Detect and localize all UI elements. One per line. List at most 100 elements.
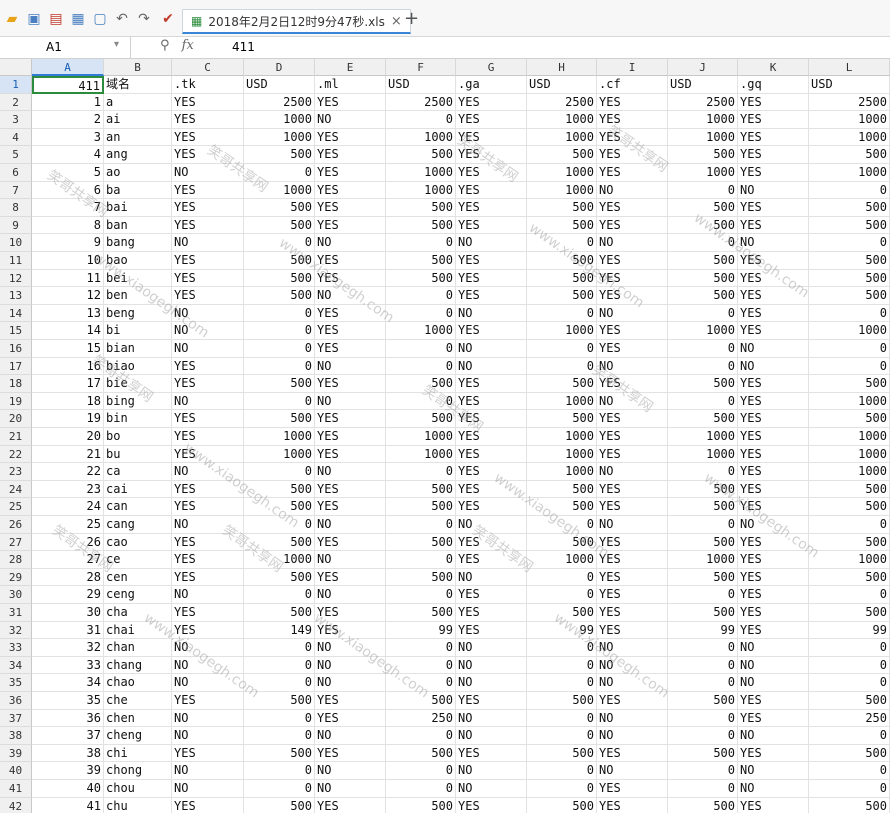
cell-l23[interactable]: 1000 (809, 463, 890, 481)
cell-c36[interactable]: YES (172, 692, 244, 710)
cell-i1[interactable]: .cf (597, 76, 668, 94)
cell-d14[interactable]: 0 (244, 304, 315, 323)
cell-e4[interactable]: YES (315, 128, 386, 147)
cell-a23[interactable]: 22 (32, 463, 104, 481)
cell-d5[interactable]: 500 (244, 146, 315, 164)
column-header-a[interactable]: A (32, 59, 104, 76)
cell-a29[interactable]: 28 (32, 568, 104, 587)
cell-e16[interactable]: YES (315, 340, 386, 358)
cell-j15[interactable]: 1000 (668, 322, 738, 340)
cell-l21[interactable]: 1000 (809, 428, 890, 446)
tab-workbook[interactable]: ▦ 2018年2月2日12时9分47秒.xls × (182, 9, 411, 34)
cell-i2[interactable]: YES (597, 93, 668, 112)
cell-j11[interactable]: 500 (668, 252, 738, 270)
cell-e29[interactable]: YES (315, 568, 386, 587)
cell-g4[interactable]: YES (456, 128, 527, 147)
cell-k34[interactable]: NO (738, 656, 809, 675)
cell-c20[interactable]: YES (172, 410, 244, 428)
cell-c34[interactable]: NO (172, 656, 244, 675)
cell-e30[interactable]: NO (315, 586, 386, 604)
cell-a20[interactable]: 19 (32, 410, 104, 428)
cell-c1[interactable]: .tk (172, 76, 244, 94)
cell-j38[interactable]: 0 (668, 727, 738, 745)
cell-c22[interactable]: YES (172, 445, 244, 464)
cell-c26[interactable]: NO (172, 516, 244, 534)
cell-d28[interactable]: 1000 (244, 551, 315, 569)
cell-e5[interactable]: YES (315, 146, 386, 164)
cell-i23[interactable]: NO (597, 463, 668, 481)
cell-l17[interactable]: 0 (809, 357, 890, 376)
cell-d25[interactable]: 500 (244, 498, 315, 516)
cell-k36[interactable]: YES (738, 692, 809, 710)
row-header[interactable]: 40 (0, 762, 32, 780)
cell-i18[interactable]: YES (597, 375, 668, 393)
cell-g11[interactable]: YES (456, 252, 527, 270)
cell-f18[interactable]: 500 (386, 375, 456, 393)
cell-a14[interactable]: 13 (32, 304, 104, 323)
row-header[interactable]: 9 (0, 216, 32, 235)
cell-j14[interactable]: 0 (668, 304, 738, 323)
cell-e32[interactable]: YES (315, 621, 386, 640)
cell-i10[interactable]: NO (597, 234, 668, 252)
cell-h36[interactable]: 500 (527, 692, 597, 710)
cell-b25[interactable]: can (104, 498, 172, 516)
cell-e10[interactable]: NO (315, 234, 386, 252)
cell-e18[interactable]: YES (315, 375, 386, 393)
cell-h3[interactable]: 1000 (527, 111, 597, 129)
cell-c40[interactable]: NO (172, 762, 244, 780)
cell-h38[interactable]: 0 (527, 727, 597, 745)
cell-i41[interactable]: YES (597, 780, 668, 798)
row-header[interactable]: 15 (0, 322, 32, 340)
cell-c28[interactable]: YES (172, 551, 244, 569)
cell-l42[interactable]: 500 (809, 797, 890, 813)
cell-g27[interactable]: YES (456, 533, 527, 552)
cell-g34[interactable]: NO (456, 656, 527, 675)
cell-k13[interactable]: YES (738, 287, 809, 305)
row-header[interactable]: 17 (0, 357, 32, 376)
cell-g24[interactable]: YES (456, 480, 527, 499)
cell-f20[interactable]: 500 (386, 410, 456, 428)
cell-a38[interactable]: 37 (32, 727, 104, 745)
cell-a34[interactable]: 33 (32, 656, 104, 675)
row-header[interactable]: 18 (0, 375, 32, 393)
cell-h13[interactable]: 500 (527, 287, 597, 305)
cell-l36[interactable]: 500 (809, 692, 890, 710)
cell-c16[interactable]: NO (172, 340, 244, 358)
cell-d36[interactable]: 500 (244, 692, 315, 710)
cell-k18[interactable]: YES (738, 375, 809, 393)
cell-b13[interactable]: ben (104, 287, 172, 305)
cell-k21[interactable]: YES (738, 428, 809, 446)
cell-f34[interactable]: 0 (386, 656, 456, 675)
cell-g2[interactable]: YES (456, 93, 527, 112)
cell-f38[interactable]: 0 (386, 727, 456, 745)
column-header-i[interactable]: I (597, 59, 668, 76)
cell-g36[interactable]: YES (456, 692, 527, 710)
cell-b20[interactable]: bin (104, 410, 172, 428)
row-header[interactable]: 1 (0, 76, 32, 94)
cell-f24[interactable]: 500 (386, 480, 456, 499)
cell-l41[interactable]: 0 (809, 780, 890, 798)
cell-d40[interactable]: 0 (244, 762, 315, 780)
cell-e2[interactable]: YES (315, 93, 386, 112)
cell-a39[interactable]: 38 (32, 744, 104, 763)
cell-a42[interactable]: 41 (32, 797, 104, 813)
cell-g38[interactable]: NO (456, 727, 527, 745)
cell-l24[interactable]: 500 (809, 480, 890, 499)
cell-l29[interactable]: 500 (809, 568, 890, 587)
cell-l11[interactable]: 500 (809, 252, 890, 270)
cell-c21[interactable]: YES (172, 428, 244, 446)
cell-g7[interactable]: YES (456, 181, 527, 200)
cell-a13[interactable]: 12 (32, 287, 104, 305)
cell-k31[interactable]: YES (738, 604, 809, 622)
cell-i35[interactable]: NO (597, 674, 668, 692)
cell-k15[interactable]: YES (738, 322, 809, 340)
cell-j6[interactable]: 1000 (668, 164, 738, 182)
cell-j13[interactable]: 500 (668, 287, 738, 305)
cell-a11[interactable]: 10 (32, 252, 104, 270)
cell-a32[interactable]: 31 (32, 621, 104, 640)
cell-c11[interactable]: YES (172, 252, 244, 270)
cell-d22[interactable]: 1000 (244, 445, 315, 464)
cell-l14[interactable]: 0 (809, 304, 890, 323)
cell-b24[interactable]: cai (104, 480, 172, 499)
cell-e34[interactable]: NO (315, 656, 386, 675)
